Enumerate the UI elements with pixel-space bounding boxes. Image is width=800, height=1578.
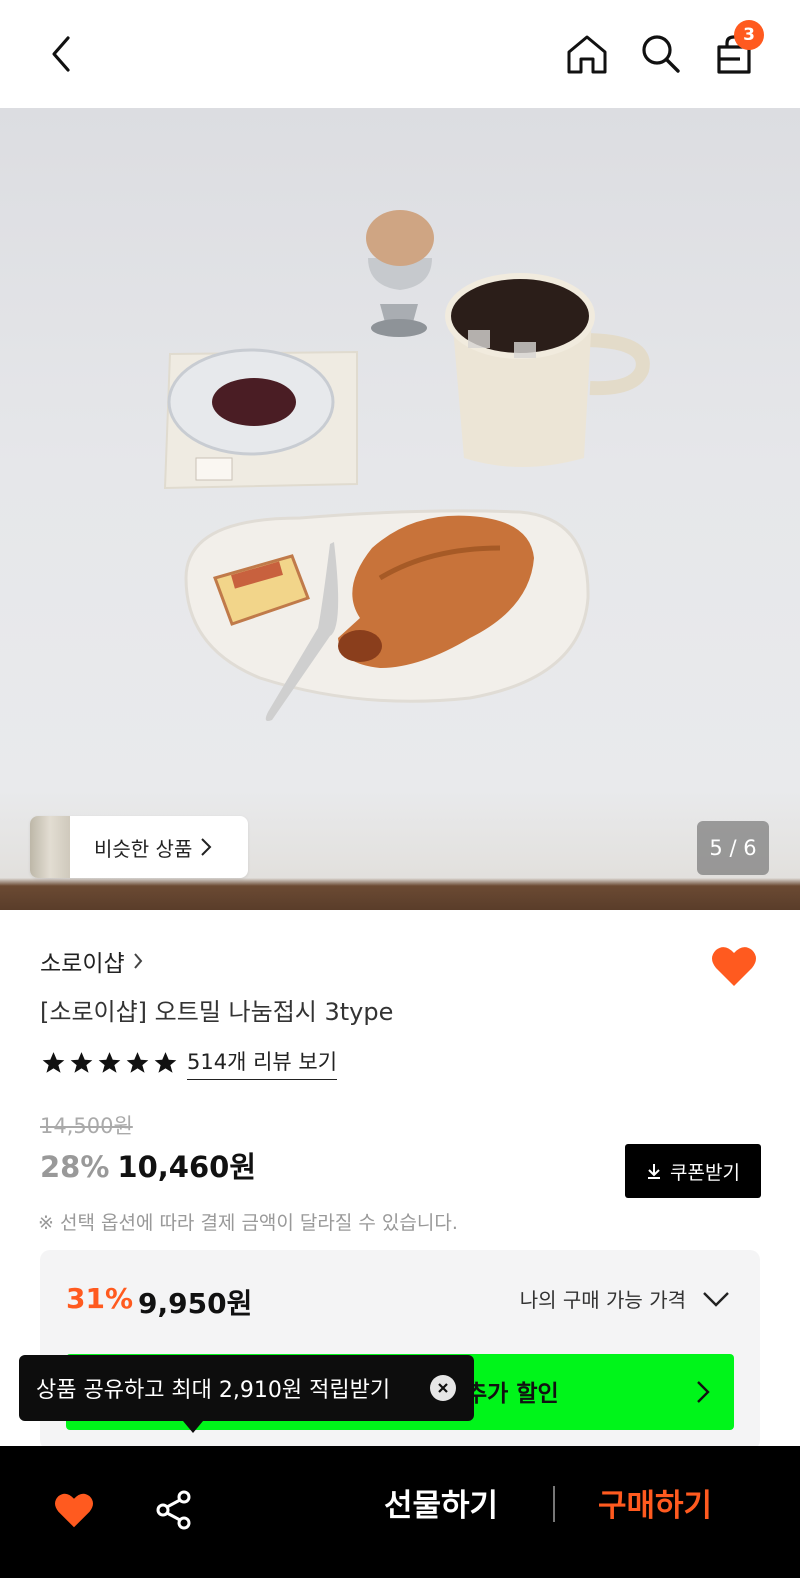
- download-icon: [648, 1164, 661, 1179]
- similar-products-label: 비슷한 상품: [94, 836, 193, 861]
- rating-stars: [40, 1050, 179, 1076]
- star-icon: [154, 1052, 177, 1073]
- my-price-toggle-label: 나의 구매 가능 가격: [519, 1288, 686, 1312]
- rating-row: 514개 리뷰 보기: [40, 1046, 338, 1080]
- search-button[interactable]: [637, 30, 685, 78]
- close-icon: [438, 1383, 448, 1393]
- top-header: 3: [0, 0, 800, 108]
- product-photo: [163, 210, 650, 721]
- my-available-price: 9,950원: [138, 1287, 253, 1320]
- star-icon: [70, 1052, 93, 1073]
- image-page-indicator: 5 / 6: [697, 821, 769, 875]
- review-link[interactable]: 514개 리뷰 보기: [187, 1046, 338, 1080]
- my-price-toggle[interactable]: 나의 구매 가능 가격: [520, 1284, 730, 1313]
- similar-product-thumbnail: [30, 816, 70, 878]
- brand-name: 소로이샵: [40, 951, 125, 977]
- my-discount-rate: 31%: [66, 1282, 134, 1315]
- home-button[interactable]: [563, 30, 611, 78]
- product-image-carousel[interactable]: 비슷한 상품 5 / 6: [0, 108, 800, 910]
- share-icon: [156, 1490, 191, 1530]
- gift-button[interactable]: 선물하기: [384, 1480, 498, 1525]
- back-button[interactable]: [36, 30, 84, 78]
- chevron-down-icon: [703, 1291, 729, 1307]
- discount-rate: 28%: [40, 1150, 110, 1184]
- tooltip-close-button[interactable]: [430, 1375, 456, 1401]
- star-icon: [42, 1052, 65, 1073]
- back-arrow-icon: [52, 36, 70, 72]
- heart-icon: [55, 1493, 93, 1528]
- similar-products-button[interactable]: 비슷한 상품: [30, 816, 248, 878]
- home-icon: [567, 35, 607, 74]
- divider: [553, 1486, 555, 1522]
- coupon-download-button[interactable]: 쿠폰받기: [625, 1144, 761, 1198]
- cart-button[interactable]: 3: [710, 20, 764, 78]
- chevron-right-icon: [696, 1380, 710, 1404]
- extra-discount-label: 추가 할인: [466, 1381, 559, 1407]
- bottom-action-bar: 선물하기 구매하기: [0, 1446, 800, 1578]
- share-reward-tooltip: 상품 공유하고 최대 2,910원 적립받기: [19, 1355, 474, 1433]
- star-icon: [126, 1052, 149, 1073]
- share-button[interactable]: [150, 1486, 198, 1534]
- tooltip-arrow: [183, 1421, 203, 1433]
- search-icon: [642, 35, 680, 73]
- wishlist-button[interactable]: [708, 940, 760, 992]
- price-notice: ※ 선택 옵션에 따라 결제 금액이 달라질 수 있습니다.: [38, 1212, 458, 1234]
- chevron-right-icon: [133, 952, 143, 970]
- sale-price: 10,460원: [117, 1150, 257, 1184]
- heart-icon: [712, 947, 756, 986]
- tooltip-text: 상품 공유하고 최대 2,910원 적립받기: [36, 1378, 391, 1403]
- price-row: 28% 10,460원: [40, 1144, 256, 1186]
- buy-button[interactable]: 구매하기: [598, 1480, 712, 1525]
- original-price: 14,500원: [40, 1114, 133, 1138]
- product-title: [소로이샵] 오트밀 나눔접시 3type: [40, 998, 394, 1026]
- bottom-wishlist-button[interactable]: [50, 1486, 98, 1534]
- coupon-label: 쿠폰받기: [670, 1161, 740, 1184]
- chevron-right-icon: [200, 837, 212, 857]
- brand-link[interactable]: 소로이샵: [40, 944, 143, 978]
- star-icon: [98, 1052, 121, 1073]
- cart-count-badge: 3: [734, 20, 764, 50]
